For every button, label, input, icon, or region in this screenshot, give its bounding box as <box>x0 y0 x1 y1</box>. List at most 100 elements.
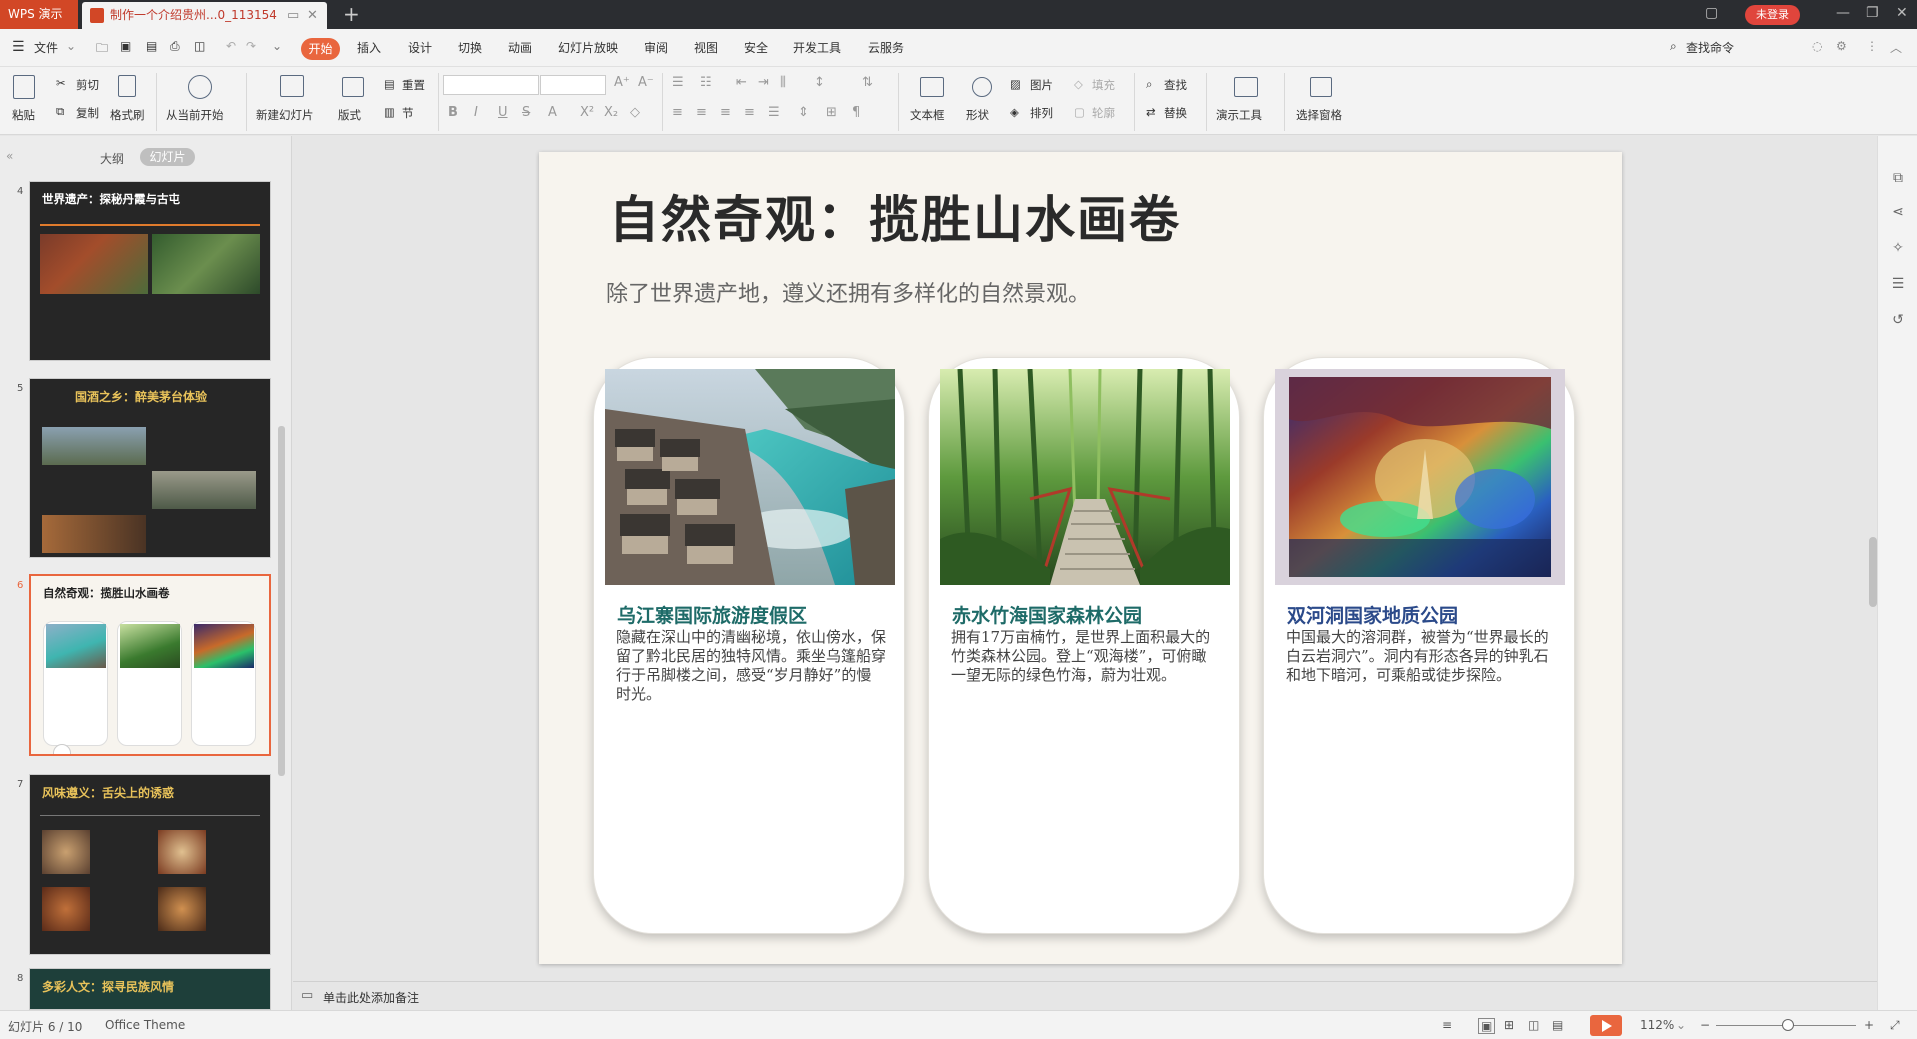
attraction-image[interactable] <box>1275 369 1565 585</box>
italic-icon[interactable]: I <box>474 105 478 120</box>
animation-icon[interactable]: ✧ <box>1890 240 1906 256</box>
collapse-panel-icon[interactable]: « <box>6 149 13 163</box>
justify-icon[interactable]: ≡ <box>744 105 755 120</box>
numbering-icon[interactable]: ☷ <box>700 75 712 90</box>
new-tab-button[interactable]: + <box>343 2 360 26</box>
bullets-icon[interactable]: ☰ <box>672 75 684 90</box>
section-button[interactable]: 节 <box>402 105 414 121</box>
zoom-in-icon[interactable]: + <box>1864 1018 1874 1032</box>
settings-sliders-icon[interactable]: ☰ <box>1890 276 1906 292</box>
undo-icon[interactable]: ↶ <box>226 39 236 53</box>
zoom-dropdown-icon[interactable]: ⌄ <box>1676 1018 1686 1032</box>
redo-icon[interactable]: ↷ <box>246 39 256 53</box>
minimize-icon[interactable]: — <box>1836 5 1850 21</box>
columns-icon[interactable]: ⫼ <box>780 75 786 90</box>
font-shrink-icon[interactable]: A⁻ <box>638 75 654 90</box>
distribute-icon[interactable]: ☰ <box>768 105 780 120</box>
clear-format-icon[interactable]: ◇ <box>630 105 640 120</box>
object-properties-icon[interactable]: ⧉ <box>1890 170 1906 186</box>
paste-button[interactable]: 粘贴 <box>12 107 35 123</box>
search-icon[interactable]: ⌕ <box>1670 39 1677 54</box>
align-right-icon[interactable]: ≡ <box>720 105 731 120</box>
attraction-card-shuanghe-cave[interactable]: 双河洞国家地质公园 中国最大的溶洞群，被誉为“世界最长的白云岩洞穴”。洞内有形态… <box>1263 357 1575 934</box>
bold-icon[interactable]: B <box>448 105 458 120</box>
slide-thumbnail-6-selected[interactable]: 自然奇观：揽胜山水画卷 <box>29 574 271 756</box>
selection-pane-button[interactable]: 选择窗格 <box>1296 107 1342 123</box>
menu-tab-start[interactable]: 开始 <box>301 38 340 60</box>
maximize-icon[interactable]: ❐ <box>1866 5 1879 21</box>
subscript-icon[interactable]: X₂ <box>604 105 618 120</box>
feedback-icon[interactable]: ◌ <box>1812 39 1822 53</box>
preview-icon[interactable]: ◫ <box>194 39 205 53</box>
new-slide-button[interactable]: 新建幻灯片 <box>256 107 314 123</box>
cut-button[interactable]: 剪切 <box>76 77 99 93</box>
menu-tab-developer[interactable]: 开发工具 <box>793 39 841 56</box>
close-tab-icon[interactable]: ✕ <box>307 2 318 29</box>
close-window-icon[interactable]: ✕ <box>1896 5 1908 21</box>
reset-button[interactable]: 重置 <box>402 77 425 93</box>
file-menu[interactable]: 文件 <box>34 39 58 56</box>
find-button[interactable]: 查找 <box>1164 77 1187 93</box>
menu-tab-slideshow[interactable]: 幻灯片放映 <box>558 39 618 56</box>
attraction-image[interactable] <box>605 369 895 585</box>
align-text-icon[interactable]: ⇕ <box>798 105 809 120</box>
fit-window-icon[interactable]: ⤢ <box>1890 1018 1900 1033</box>
copy-button[interactable]: 复制 <box>76 105 99 121</box>
menu-tab-security[interactable]: 安全 <box>744 39 768 56</box>
slide-sorter-icon[interactable]: ⊞ <box>1504 1018 1514 1032</box>
arrange-button[interactable]: 排列 <box>1030 105 1053 121</box>
zoom-slider-handle[interactable] <box>1782 1019 1794 1031</box>
more-icon[interactable]: ⋮ <box>1866 39 1878 53</box>
slide-subtitle[interactable]: 除了世界遗产地，遵义还拥有多样化的自然景观。 <box>606 276 1090 308</box>
strikethrough-icon[interactable]: S <box>522 105 530 120</box>
decrease-indent-icon[interactable]: ⇤ <box>736 75 747 90</box>
layout-button[interactable]: 版式 <box>338 107 361 123</box>
text-box-button[interactable]: 文本框 <box>910 107 945 123</box>
text-direction-icon[interactable]: ⇅ <box>862 75 873 90</box>
login-button[interactable]: 未登录 <box>1745 5 1800 25</box>
underline-icon[interactable]: U <box>498 105 508 120</box>
thumbnail-scrollbar[interactable] <box>278 426 285 776</box>
export-pdf-icon[interactable]: ▤ <box>146 39 157 53</box>
open-icon[interactable]: 🗀 <box>96 39 108 60</box>
align-center-icon[interactable]: ≡ <box>696 105 707 120</box>
menu-tab-view[interactable]: 视图 <box>694 39 718 56</box>
menu-tab-insert[interactable]: 插入 <box>357 39 381 56</box>
notes-toggle-icon[interactable]: ≡ <box>1442 1018 1452 1032</box>
normal-view-icon[interactable]: ▣ <box>1478 1018 1496 1034</box>
notes-bar[interactable]: ▭ 单击此处添加备注 <box>293 981 1877 1010</box>
presenter-view-icon[interactable]: ▤ <box>1552 1018 1563 1032</box>
zoom-level[interactable]: 112% <box>1640 1018 1674 1032</box>
align-left-icon[interactable]: ≡ <box>672 105 683 120</box>
restore-tab-icon[interactable]: ▭ <box>287 2 299 29</box>
menu-tab-transition[interactable]: 切换 <box>458 39 482 56</box>
attraction-card-wujiangzhai[interactable]: 乌江寨国际旅游度假区 隐藏在深山中的清幽秘境，依山傍水，保留了黔北民居的独特风情… <box>593 357 905 934</box>
menu-tab-animation[interactable]: 动画 <box>508 39 532 56</box>
reading-view-icon[interactable]: ◫ <box>1528 1018 1539 1032</box>
smartart-icon[interactable]: ⊞ <box>826 105 837 120</box>
slide-thumbnail-4[interactable]: 世界遗产：探秘丹霞与古屯 <box>29 181 271 361</box>
collapse-ribbon-icon[interactable]: ︿ <box>1890 39 1902 56</box>
app-tab[interactable]: WPS 演示 <box>0 0 78 29</box>
notes-placeholder[interactable]: 单击此处添加备注 <box>323 989 419 1006</box>
slide-thumbnail-5[interactable]: 国酒之乡：醉美茅台体验 <box>29 378 271 558</box>
share-icon[interactable]: ⋖ <box>1890 204 1906 220</box>
attraction-image[interactable] <box>940 369 1230 585</box>
menu-tab-design[interactable]: 设计 <box>408 39 432 56</box>
document-tab[interactable]: 制作一个介绍贵州...0_113154 ▭ ✕ <box>82 2 327 29</box>
font-name-select[interactable] <box>443 75 539 95</box>
command-search[interactable]: 查找命令 <box>1686 39 1734 56</box>
canvas-scrollbar[interactable] <box>1869 537 1877 607</box>
picture-button[interactable]: 图片 <box>1030 77 1053 93</box>
hamburger-icon[interactable]: ☰ <box>12 39 25 55</box>
font-grow-icon[interactable]: A⁺ <box>614 75 630 90</box>
outline-button[interactable]: 轮廓 <box>1092 105 1115 121</box>
increase-indent-icon[interactable]: ⇥ <box>758 75 769 90</box>
start-slideshow-button[interactable] <box>1590 1015 1622 1036</box>
tab-slides[interactable]: 幻灯片 <box>140 148 195 166</box>
attraction-card-chishui-bamboo[interactable]: 赤水竹海国家森林公园 拥有17万亩楠竹，是世界上面积最大的竹类森林公园。登上“观… <box>928 357 1240 934</box>
line-spacing-icon[interactable]: ↕ <box>814 75 825 90</box>
presentation-tools-button[interactable]: 演示工具 <box>1216 107 1262 123</box>
slide-canvas[interactable]: 自然奇观：揽胜山水画卷 除了世界遗产地，遵义还拥有多样化的自然景观。 乌江寨国际… <box>539 152 1622 964</box>
font-color-icon[interactable]: A <box>548 105 557 120</box>
